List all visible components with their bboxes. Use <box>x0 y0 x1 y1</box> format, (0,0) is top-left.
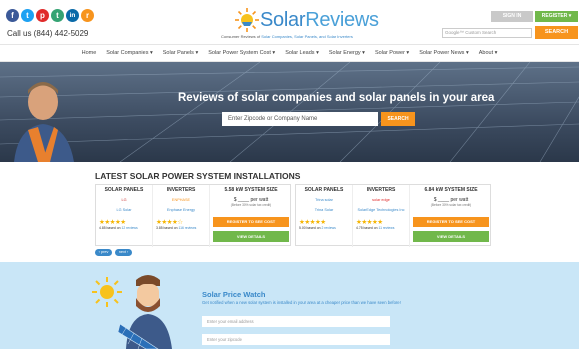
search-button[interactable]: SEARCH <box>535 26 578 39</box>
installation-card: SOLAR PANELS LG LG Solar ★★★★★ 4.85 base… <box>95 184 292 247</box>
inverters-header: INVERTERS <box>166 187 196 193</box>
nav-item-system-cost[interactable]: Solar Power System Cost ▾ <box>208 50 275 56</box>
social-links: f t p t in r <box>6 9 94 22</box>
phone-number[interactable]: Call us (844) 442-5029 <box>7 29 88 38</box>
technician-photo <box>14 82 74 162</box>
price-watch-title: Solar Price Watch <box>202 290 266 299</box>
inverter-rating-value: 4.75 based on <box>356 226 378 230</box>
nav-item-solar-leads[interactable]: Solar Leads ▾ <box>285 50 319 56</box>
price-note: (Before 30% solar tax credit) <box>430 203 472 207</box>
hero-search-input[interactable]: Enter Zipcode or Company Name <box>222 112 378 126</box>
price-note: (Before 30% solar tax credit) <box>230 203 272 207</box>
inverter-rating-value: 3.85 based on <box>156 226 178 230</box>
nav-item-solar-companies[interactable]: Solar Companies ▾ <box>106 50 152 56</box>
nav-item-solar-power[interactable]: Solar Power ▾ <box>375 50 409 56</box>
tagline-prefix: Consumer Reviews of <box>221 34 261 39</box>
installation-card: SOLAR PANELS Trina solar Trina Solar ★★★… <box>295 184 492 247</box>
prev-button[interactable]: ‹ prev <box>95 249 112 256</box>
inverter-brand-logo: solar edge <box>372 198 390 202</box>
nav-item-home[interactable]: Home <box>82 50 97 56</box>
panel-rating-text: 5.00 based on 2 reviews <box>296 226 352 230</box>
logo-text-solar: Solar <box>260 8 306 31</box>
system-size-header: 5.58 kW SYSTEM SIZE <box>224 187 278 193</box>
nav-item-about[interactable]: About ▾ <box>479 50 498 56</box>
price-watch-description: Get notified when a new solar system is … <box>202 300 401 305</box>
panel-brand-logo: Trina solar <box>315 198 333 202</box>
panel-reviews-link[interactable]: 2 reviews <box>321 226 335 230</box>
system-size-column: 5.58 kW SYSTEM SIZE $ ____ per watt (Bef… <box>210 185 292 247</box>
inverter-rating-stars: ★★★★★ <box>356 219 383 226</box>
tagline-link[interactable]: Solar Companies, Solar Panels, and Solar… <box>261 34 353 39</box>
panel-brand-logo: LG <box>121 198 127 202</box>
inverter-rating-text: 4.75 based on 11 reviews <box>353 226 409 230</box>
panel-reviews-link[interactable]: 12 reviews <box>121 226 137 230</box>
inverters-column: INVERTERS solar edge SolarEdge Technolog… <box>353 185 410 247</box>
inverter-reviews-link[interactable]: 116 reviews <box>178 226 196 230</box>
panel-rating-value: 4.85 based on <box>99 226 121 230</box>
panel-company-link[interactable]: Trina Solar <box>296 208 352 212</box>
panels-header: SOLAR PANELS <box>304 187 344 193</box>
tagline: Consumer Reviews of Solar Companies, Sol… <box>221 34 353 39</box>
site-logo[interactable]: SolarReviews <box>234 7 379 33</box>
system-size-header: 6.84 kW SYSTEM SIZE <box>424 187 478 193</box>
linkedin-icon[interactable]: in <box>66 9 79 22</box>
panel-rating-stars: ★★★★★ <box>99 219 126 226</box>
panels-column: SOLAR PANELS LG LG Solar ★★★★★ 4.85 base… <box>96 185 153 247</box>
installations-title: LATEST SOLAR POWER SYSTEM INSTALLATIONS <box>95 171 301 181</box>
hero-banner: Reviews of solar companies and solar pan… <box>0 62 579 162</box>
tumblr-icon[interactable]: t <box>51 9 64 22</box>
price-watch-section: Solar Price Watch Get notified when a ne… <box>0 262 579 349</box>
logo-text: SolarReviews <box>260 9 379 32</box>
sign-in-button[interactable]: SIGN IN <box>491 11 533 22</box>
register-to-see-cost-button[interactable]: REGISTER TO SEE COST <box>413 217 489 227</box>
nav-item-solar-panels[interactable]: Solar Panels ▾ <box>163 50 198 56</box>
panel-rating-value: 5.00 based on <box>299 226 321 230</box>
inverter-company-link[interactable]: Enphase Energy <box>153 208 209 212</box>
facebook-icon[interactable]: f <box>6 9 19 22</box>
inverters-header: INVERTERS <box>366 187 396 193</box>
sun-logo-icon <box>235 8 259 32</box>
panel-rating-stars: ★★★★★ <box>299 219 326 226</box>
panel-company-link[interactable]: LG Solar <box>96 208 152 212</box>
view-details-button[interactable]: VIEW DETAILS <box>213 231 289 242</box>
inverters-column: INVERTERS ENPHASE Enphase Energy ★★★★☆ 3… <box>153 185 210 247</box>
nav-item-solar-news[interactable]: Solar Power News ▾ <box>419 50 469 56</box>
zipcode-field[interactable]: Enter your zipcode <box>202 334 390 345</box>
installations-section: LATEST SOLAR POWER SYSTEM INSTALLATIONS … <box>0 162 579 262</box>
hero-search-button[interactable]: SEARCH <box>381 112 415 126</box>
search-input[interactable]: Google™ Custom Search <box>442 28 532 38</box>
hero-title: Reviews of solar companies and solar pan… <box>178 92 495 104</box>
man-holding-panel-illustration <box>118 275 172 349</box>
inverter-brand-logo: ENPHASE <box>171 198 191 202</box>
twitter-icon[interactable]: t <box>21 9 34 22</box>
next-button[interactable]: next › <box>115 249 132 256</box>
register-to-see-cost-button[interactable]: REGISTER TO SEE COST <box>213 217 289 227</box>
pinterest-icon[interactable]: p <box>36 9 49 22</box>
inverter-rating-stars: ★★★★☆ <box>156 219 183 226</box>
nav-item-solar-energy[interactable]: Solar Energy ▾ <box>329 50 365 56</box>
email-field[interactable]: Enter your email address <box>202 316 390 327</box>
logo-text-reviews: Reviews <box>305 8 379 31</box>
view-details-button[interactable]: VIEW DETAILS <box>413 231 489 242</box>
panel-rating-text: 4.85 based on 12 reviews <box>96 226 152 230</box>
inverter-reviews-link[interactable]: 11 reviews <box>378 226 394 230</box>
panels-column: SOLAR PANELS Trina solar Trina Solar ★★★… <box>296 185 353 247</box>
register-button[interactable]: REGISTER ▾ <box>535 11 578 22</box>
inverter-company-link[interactable]: SolarEdge Technologies Inc <box>353 208 409 212</box>
site-header: f t p t in r Call us (844) 442-5029 Sola… <box>0 0 579 44</box>
system-size-column: 6.84 kW SYSTEM SIZE $ ____ per watt (Bef… <box>410 185 492 247</box>
rss-icon[interactable]: r <box>81 9 94 22</box>
main-nav: Home Solar Companies ▾ Solar Panels ▾ So… <box>0 44 579 62</box>
inverter-rating-text: 3.85 based on 116 reviews <box>153 226 209 230</box>
panels-header: SOLAR PANELS <box>104 187 144 193</box>
